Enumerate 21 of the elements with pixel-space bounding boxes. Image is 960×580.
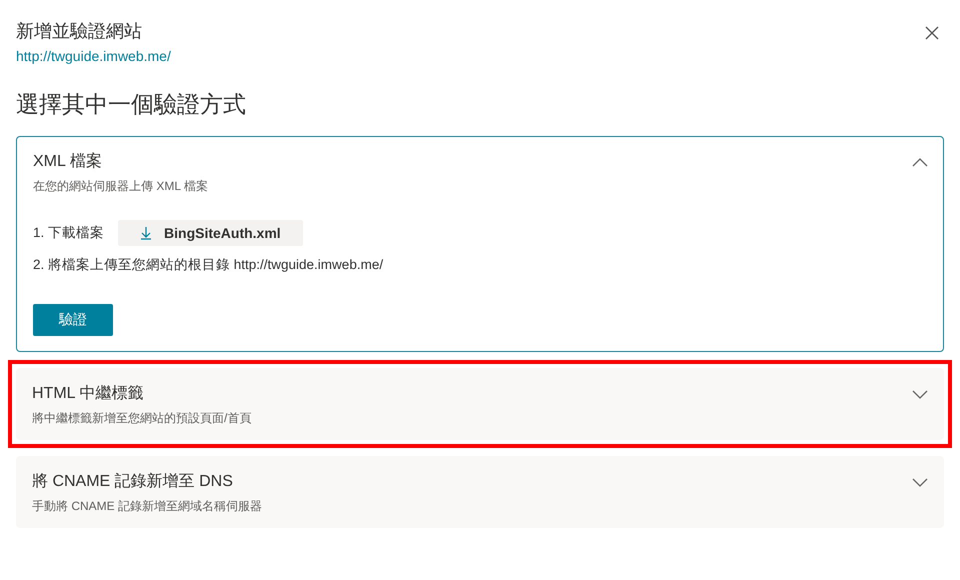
option-title: 將 CNAME 記錄新增至 DNS xyxy=(32,472,234,492)
dialog-title: 新增並驗證網站 xyxy=(16,20,143,43)
close-icon xyxy=(925,26,939,40)
chevron-down-icon[interactable] xyxy=(912,390,928,399)
site-link[interactable]: http://twguide.imweb.me/ xyxy=(16,46,171,66)
section-heading: 選擇其中一個驗證方式 xyxy=(15,90,247,119)
download-button[interactable]: BingSiteAuth.xml xyxy=(118,220,303,246)
option-title: HTML 中繼標籤 xyxy=(32,384,144,404)
download-icon xyxy=(140,226,152,240)
chevron-down-icon[interactable] xyxy=(912,478,928,487)
verify-button[interactable]: 驗證 xyxy=(33,304,113,336)
step-text: 1. 下載檔案 xyxy=(33,224,104,242)
option-card[interactable]: HTML 中繼標籤 將中繼標籤新增至您網站的預設頁面/首頁 xyxy=(16,368,944,440)
option-description: 手動將 CNAME 記錄新增至網域名稱伺服器 xyxy=(32,498,262,515)
option-title: XML 檔案 xyxy=(33,151,103,172)
option-description: 將中繼標籤新增至您網站的預設頁面/首頁 xyxy=(32,410,252,427)
option-card[interactable]: XML 檔案 在您的網站伺服器上傳 XML 檔案 1. 下載檔案 BingSiteAuth.xml 2. 將檔案上傳至您網站的根目錄 http://twguide.imweb.me/ 驗證 xyxy=(16,136,944,352)
step-text: 2. 將檔案上傳至您網站的根目錄 http://twguide.imweb.me/ xyxy=(33,256,384,274)
option-card[interactable]: 將 CNAME 記錄新增至 DNS 手動將 CNAME 記錄新增至網域名稱伺服器 xyxy=(16,456,944,528)
chevron-up-icon[interactable] xyxy=(912,158,928,167)
option-description: 在您的網站伺服器上傳 XML 檔案 xyxy=(33,178,208,195)
